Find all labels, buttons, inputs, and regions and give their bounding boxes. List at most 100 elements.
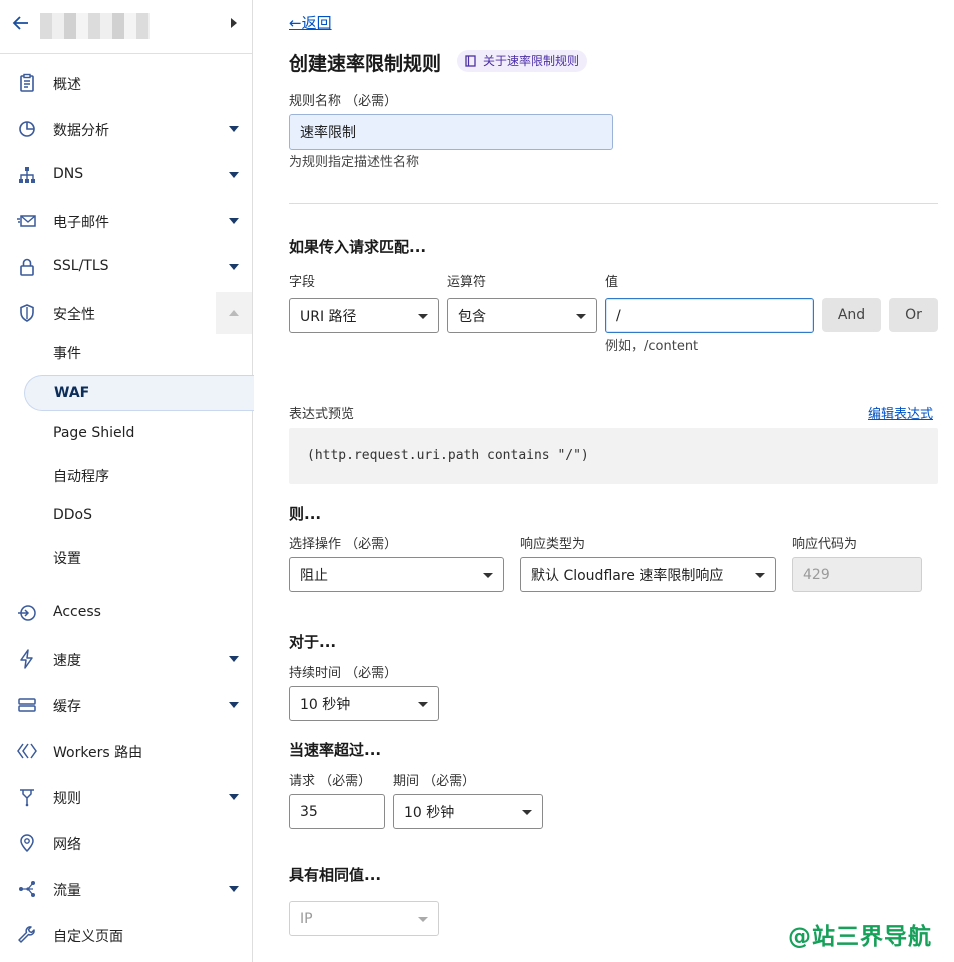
- rule-name-label: 规则名称 （必需）: [289, 94, 398, 109]
- rate-heading: 当速率超过...: [289, 741, 382, 759]
- sidebar-subitem-waf[interactable]: WAF: [24, 375, 254, 411]
- chevron-down-icon[interactable]: [229, 656, 239, 662]
- location-icon: [17, 833, 37, 853]
- sidebar-item-email[interactable]: 电子邮件: [0, 201, 252, 241]
- rule-name-input[interactable]: 速率限制: [289, 114, 613, 150]
- sidebar-item-network[interactable]: 网络: [0, 823, 252, 863]
- sidebar-subitem-bots[interactable]: 自动程序: [0, 457, 252, 493]
- account-switcher[interactable]: [0, 0, 252, 54]
- period-value: 10 秒钟: [404, 804, 455, 821]
- sidebar-subitem-label: 自动程序: [53, 469, 109, 485]
- sidebar-item-traffic[interactable]: 流量: [0, 869, 252, 909]
- or-button[interactable]: Or: [889, 298, 938, 332]
- operator-select[interactable]: 包含: [447, 298, 597, 333]
- sidebar-item-label: 自定义页面: [53, 929, 123, 945]
- sidebar-subitem-settings[interactable]: 设置: [0, 539, 252, 575]
- sidebar-item-dns[interactable]: DNS: [0, 155, 252, 195]
- response-code-label: 响应代码为: [792, 537, 858, 552]
- response-type-label: 响应类型为: [520, 537, 586, 552]
- chevron-down-icon[interactable]: [229, 218, 239, 224]
- chevron-down-icon[interactable]: [229, 172, 239, 178]
- sidebar-item-ssl-tls[interactable]: SSL/TLS: [0, 247, 252, 287]
- caret-down-icon: [522, 809, 532, 815]
- value-label: 值: [605, 275, 619, 290]
- and-button[interactable]: And: [822, 298, 881, 332]
- docs-link-pill[interactable]: 关于速率限制规则: [457, 50, 588, 72]
- duration-select[interactable]: 10 秒钟: [289, 686, 439, 721]
- for-heading: 对于...: [289, 633, 337, 651]
- watermark: @站三界导航: [788, 924, 932, 950]
- sidebar-item-workers-routes[interactable]: Workers 路由: [0, 731, 252, 771]
- caret-down-icon: [755, 572, 765, 578]
- caret-down-icon: [576, 313, 586, 319]
- chevron-down-icon[interactable]: [229, 702, 239, 708]
- sidebar-item-rules[interactable]: 规则: [0, 777, 252, 817]
- rule-name-value: 速率限制: [300, 125, 356, 141]
- traffic-icon: [17, 879, 37, 899]
- rule-name-hint: 为规则指定描述性名称: [289, 155, 420, 170]
- field-select[interactable]: URI 路径: [289, 298, 439, 333]
- characteristic-select: IP: [289, 901, 439, 936]
- chevron-down-icon[interactable]: [229, 126, 239, 132]
- response-type-select[interactable]: 默认 Cloudflare 速率限制响应: [520, 557, 776, 592]
- section-divider: [289, 203, 938, 204]
- workers-icon: [17, 741, 37, 761]
- edit-expression-link[interactable]: 编辑表达式: [868, 403, 933, 422]
- match-value: /: [616, 307, 621, 324]
- docs-link-label: 关于速率限制规则: [483, 54, 580, 68]
- response-code-value: 429: [803, 566, 830, 583]
- chevron-down-icon[interactable]: [229, 794, 239, 800]
- response-code-input: 429: [792, 557, 922, 592]
- response-type-value: 默认 Cloudflare 速率限制响应: [531, 567, 724, 584]
- access-icon: [17, 603, 37, 623]
- sidebar-subitem-label: 事件: [53, 346, 81, 362]
- back-link[interactable]: ←返回: [289, 12, 332, 33]
- duration-value: 10 秒钟: [300, 696, 351, 713]
- arrow-left-icon[interactable]: [11, 13, 31, 33]
- pie-chart-icon: [17, 119, 37, 139]
- sidebar-item-access[interactable]: Access: [0, 593, 252, 633]
- sidebar-item-custom-pages[interactable]: 自定义页面: [0, 915, 252, 955]
- caret-down-icon: [418, 701, 428, 707]
- sidebar-item-security[interactable]: 安全性: [0, 293, 252, 333]
- sidebar-item-label: Access: [53, 604, 101, 620]
- sidebar-subitem-events[interactable]: 事件: [0, 334, 252, 370]
- clipboard-icon: [17, 73, 37, 93]
- period-select[interactable]: 10 秒钟: [393, 794, 543, 829]
- wrench-icon: [17, 925, 37, 945]
- chevron-up-icon[interactable]: [229, 310, 239, 316]
- rules-icon: [17, 787, 37, 807]
- expression-preview-label: 表达式预览: [289, 407, 355, 422]
- sidebar-item-label: 速度: [53, 653, 81, 669]
- sidebar-item-label: SSL/TLS: [53, 258, 109, 274]
- requests-input[interactable]: 35: [289, 794, 385, 829]
- sidebar-item-label: 安全性: [53, 307, 95, 323]
- characteristic-value: IP: [300, 910, 313, 927]
- sidebar-subitem-label: Page Shield: [53, 425, 135, 441]
- then-heading: 则...: [289, 505, 322, 523]
- match-value-input[interactable]: /: [605, 298, 814, 333]
- chevron-right-icon[interactable]: [231, 18, 237, 28]
- expression-preview: (http.request.uri.path contains "/"): [289, 428, 938, 484]
- sidebar-item-overview[interactable]: 概述: [0, 63, 252, 103]
- sidebar-item-speed[interactable]: 速度: [0, 639, 252, 679]
- action-select[interactable]: 阻止: [289, 557, 504, 592]
- sidebar-item-label: 电子邮件: [53, 215, 109, 231]
- network-icon: [17, 165, 37, 185]
- account-name-redacted: [40, 13, 150, 39]
- sidebar-subitem-page-shield[interactable]: Page Shield: [0, 416, 252, 452]
- caret-down-icon: [483, 572, 493, 578]
- chevron-down-icon[interactable]: [229, 886, 239, 892]
- sidebar-item-label: 数据分析: [53, 123, 109, 139]
- requests-value: 35: [300, 803, 318, 820]
- same-value-heading: 具有相同值...: [289, 866, 382, 884]
- sidebar-item-analytics[interactable]: 数据分析: [0, 109, 252, 149]
- page-title: 创建速率限制规则: [289, 53, 442, 75]
- action-select-value: 阻止: [300, 567, 328, 584]
- period-label: 期间 （必需）: [393, 774, 476, 789]
- sidebar-subitem-ddos[interactable]: DDoS: [0, 498, 252, 534]
- sidebar-subitem-label: DDoS: [53, 507, 93, 523]
- storage-icon: [17, 695, 37, 715]
- chevron-down-icon[interactable]: [229, 264, 239, 270]
- sidebar-item-caching[interactable]: 缓存: [0, 685, 252, 725]
